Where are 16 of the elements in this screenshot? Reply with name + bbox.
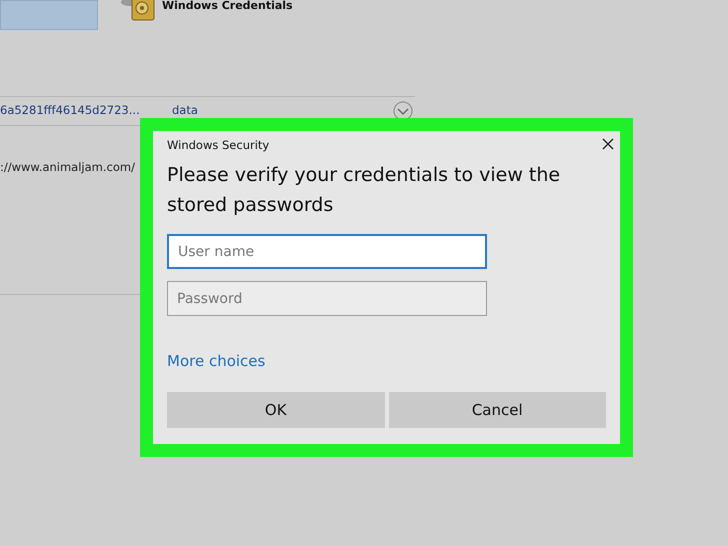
credential-type: data [172, 102, 199, 120]
dialog-title: Windows Security [167, 137, 270, 154]
cancel-button[interactable]: Cancel [388, 392, 606, 428]
tile-panel[interactable] [0, 0, 98, 30]
dialog-message: Please verify your credentials to view the stored passwords [167, 163, 562, 218]
credential-name: 6a5281fff46145d2723... [0, 102, 141, 120]
expand-icon[interactable] [393, 101, 413, 121]
close-icon[interactable] [602, 138, 614, 150]
safe-icon [120, 0, 156, 22]
credential-row[interactable]: 6a5281fff46145d2723... data [0, 101, 415, 121]
more-choices-link[interactable]: More choices [167, 350, 266, 373]
ok-button[interactable]: OK [167, 392, 384, 428]
section-heading: Windows Credentials [162, 0, 293, 11]
username-field[interactable]: User name [167, 234, 487, 270]
credential-address: ://www.animaljam.com/ [0, 159, 135, 176]
password-field[interactable]: Password [167, 281, 487, 316]
